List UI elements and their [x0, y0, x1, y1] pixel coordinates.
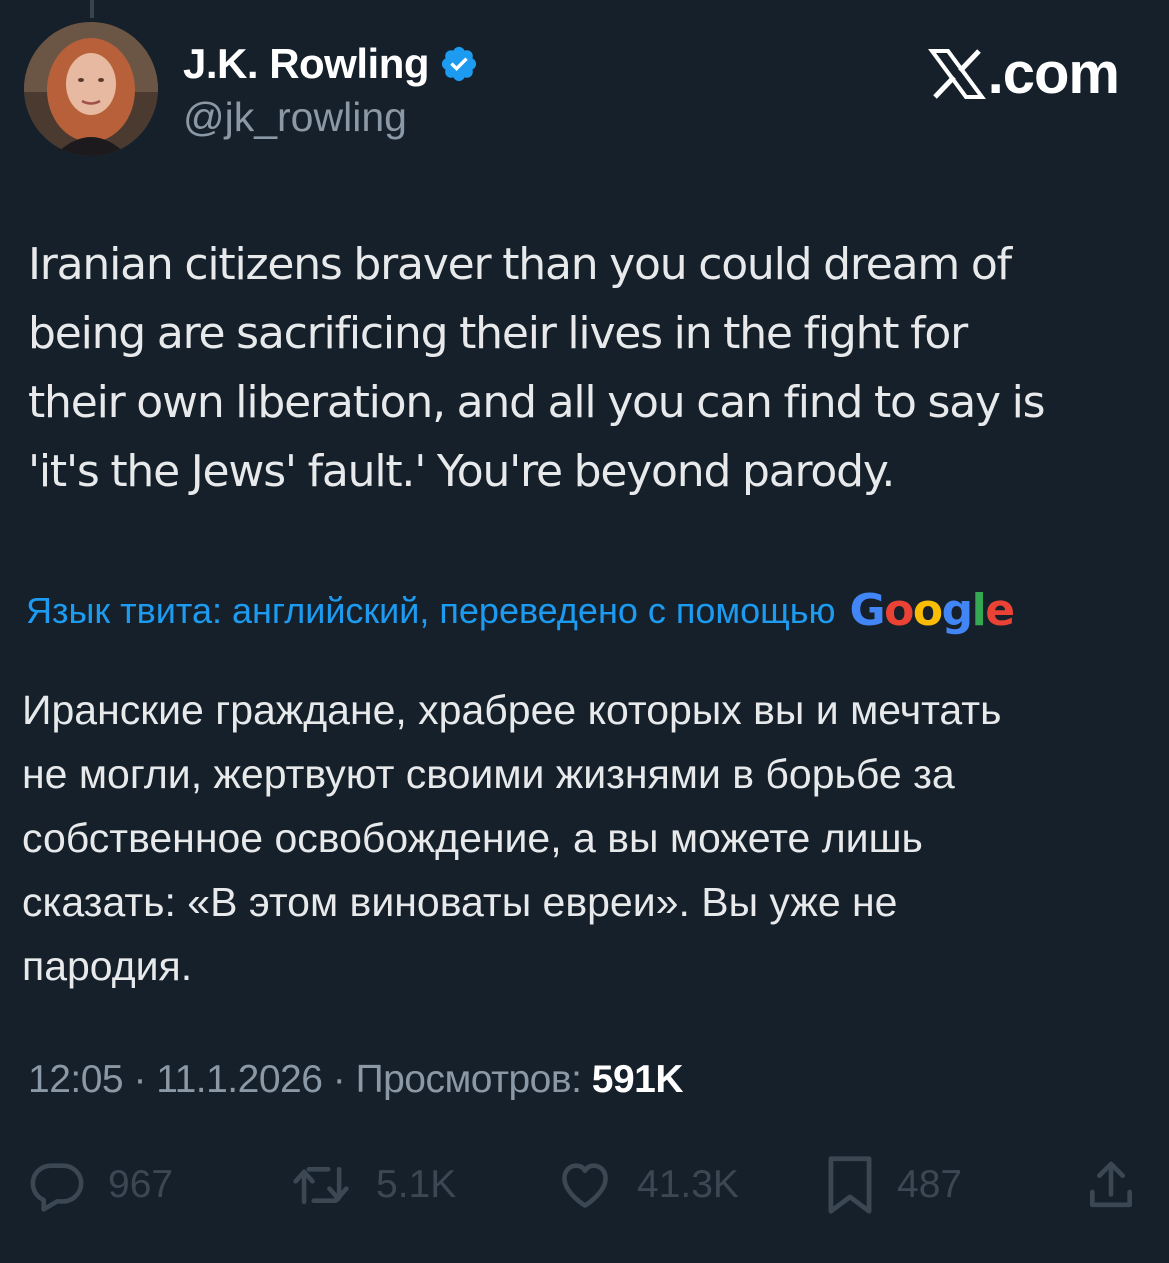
tweet-meta: 12:05 · 11.1.2026 · Просмотров: 591K [28, 1058, 684, 1102]
bookmark-button[interactable]: 487 [825, 1150, 962, 1220]
repost-button[interactable]: 5.1K [288, 1150, 456, 1220]
tweet-line: their own liberation, and all you can fi… [28, 377, 1046, 428]
tweet-line: being are sacrificing their lives in the… [28, 308, 968, 359]
tweet-text: Iranian citizens braver than you could d… [28, 230, 1143, 506]
author-name[interactable]: J.K. Rowling [183, 40, 430, 88]
google-logo-letter: G [849, 585, 886, 636]
reply-button[interactable]: 967 [28, 1150, 173, 1220]
repost-icon [293, 1166, 349, 1205]
google-logo-letter: e [985, 585, 1015, 636]
like-count: 41.3K [637, 1163, 739, 1206]
thread-connector-line [90, 0, 94, 18]
x-logo-icon [927, 48, 986, 99]
views-count: 591K [591, 1058, 684, 1101]
brand-suffix: .com [987, 41, 1120, 106]
google-logo: Google [849, 585, 1016, 636]
like-button[interactable]: 41.3K [555, 1150, 739, 1220]
google-logo-letter: g [941, 585, 974, 636]
author-name-row[interactable]: J.K. Rowling [183, 40, 479, 88]
tweet-date[interactable]: 11.1.2026 [156, 1058, 323, 1101]
brand-logo: .com [927, 40, 1120, 107]
author-handle[interactable]: @jk_rowling [183, 94, 407, 141]
translated-tweet-text: Иранские граждане, храбрее которых вы и … [22, 678, 1142, 998]
bookmark-count: 487 [897, 1163, 963, 1206]
google-logo-letter: l [971, 585, 987, 636]
tweet-line: Iranian citizens braver than you could d… [28, 239, 1012, 290]
translated-line: пародия. [22, 943, 193, 989]
translation-note-text[interactable]: Язык твита: английский, переведено с пом… [26, 590, 836, 632]
tweet-line: 'it's the Jews' fault.' You're beyond pa… [28, 446, 895, 497]
heart-icon [562, 1163, 608, 1208]
share-button[interactable] [1083, 1150, 1139, 1220]
meta-separator: · [123, 1058, 157, 1101]
google-logo-letter: o [884, 585, 914, 636]
reply-icon [30, 1163, 84, 1212]
views-label: Просмотров: [355, 1058, 582, 1101]
translated-line: Иранские граждане, храбрее которых вы и … [22, 687, 1002, 733]
repost-count: 5.1K [376, 1163, 457, 1206]
avatar[interactable] [24, 22, 158, 156]
action-bar: 967 5.1K 41.3K 487 [0, 1150, 1169, 1220]
bookmark-icon [828, 1156, 872, 1214]
translated-line: сказать: «В этом виноваты евреи». Вы уже… [22, 879, 898, 925]
avatar-image [24, 22, 158, 156]
google-logo-letter: o [912, 585, 943, 636]
translation-note[interactable]: Язык твита: английский, переведено с пом… [26, 585, 1016, 636]
tweet-time[interactable]: 12:05 [28, 1058, 124, 1101]
reply-count: 967 [108, 1163, 174, 1206]
share-icon [1090, 1161, 1132, 1208]
verified-badge-icon [441, 46, 477, 82]
meta-separator: · [322, 1058, 356, 1101]
translated-line: не могли, жертвуют своими жизнями в борь… [22, 751, 955, 797]
translated-line: собственное освобождение, а вы можете ли… [22, 815, 923, 861]
